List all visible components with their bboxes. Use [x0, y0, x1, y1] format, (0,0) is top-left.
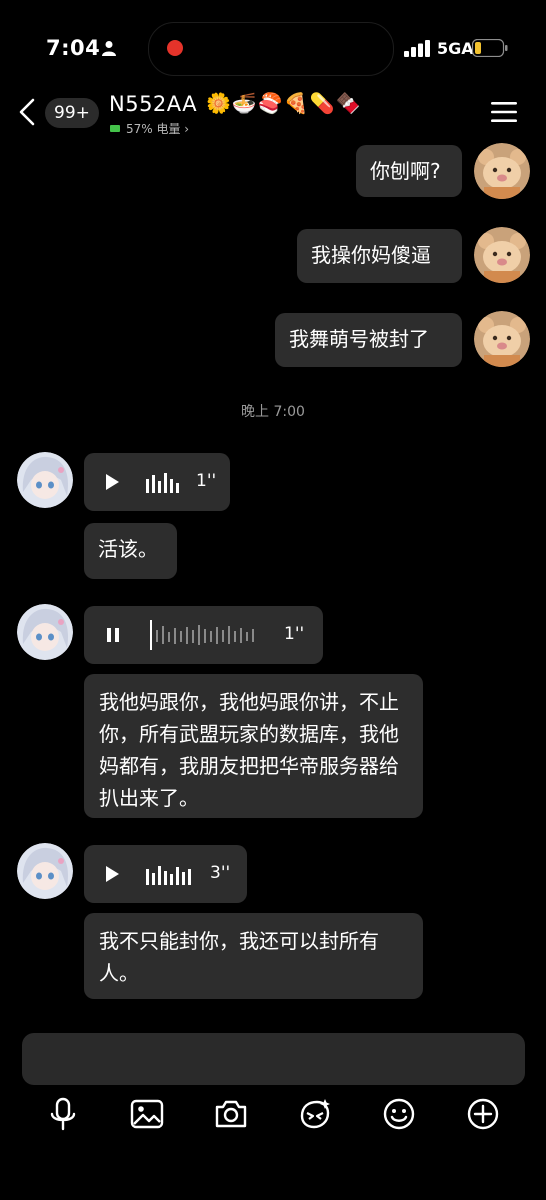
message-bubble-out[interactable]: 你刨啊?	[356, 145, 462, 197]
voice-duration: 3''	[210, 863, 231, 883]
contact-name[interactable]: N552AA	[109, 92, 197, 116]
voice-duration: 1''	[196, 471, 217, 491]
sticker-icon[interactable]	[297, 1096, 333, 1132]
microphone-icon[interactable]	[45, 1096, 81, 1132]
plus-icon[interactable]	[465, 1096, 501, 1132]
message-bubble-in[interactable]: 活该。	[84, 523, 177, 579]
signal-icon	[404, 40, 430, 57]
contact-emoji: 🌼🍜🍣🍕💊🍫	[206, 91, 362, 115]
status-time: 7:04	[46, 36, 101, 60]
recording-dot	[167, 40, 183, 56]
user-avatar[interactable]	[474, 311, 530, 367]
contact-avatar[interactable]	[17, 604, 73, 660]
contact-avatar[interactable]	[17, 452, 73, 508]
play-icon[interactable]	[104, 473, 120, 491]
message-bubble-in[interactable]: 我不只能封你，我还可以封所有人。	[84, 913, 423, 999]
back-arrow-icon[interactable]	[16, 97, 38, 127]
battery-status-text: 57% 电量 ›	[126, 122, 190, 136]
voice-message[interactable]: 1''	[84, 606, 323, 664]
message-bubble-out[interactable]: 我操你妈傻逼	[297, 229, 462, 283]
camera-icon[interactable]	[213, 1096, 249, 1132]
waveform-icon	[146, 473, 179, 493]
voice-message[interactable]: 3''	[84, 845, 247, 903]
image-icon[interactable]	[129, 1096, 165, 1132]
waveform-progress-icon[interactable]	[150, 620, 262, 650]
network-label: 5GA	[437, 39, 474, 58]
time-divider: 晚上 7:00	[241, 404, 305, 420]
dynamic-island	[148, 22, 394, 76]
message-input[interactable]	[22, 1033, 525, 1085]
play-icon[interactable]	[104, 865, 120, 883]
unread-count-badge[interactable]: 99+	[45, 98, 99, 128]
waveform-icon	[146, 866, 191, 885]
message-bubble-in[interactable]: 我他妈跟你，我他妈跟你讲，不止你，所有武盟玩家的数据库，我他妈都有，我朋友把把华…	[84, 674, 423, 818]
voice-duration: 1''	[284, 624, 305, 644]
user-avatar[interactable]	[474, 227, 530, 283]
user-avatar[interactable]	[474, 143, 530, 199]
pause-icon[interactable]	[106, 627, 120, 643]
contact-avatar[interactable]	[17, 843, 73, 899]
emoji-icon[interactable]	[381, 1096, 417, 1132]
battery-icon	[472, 39, 508, 57]
mini-battery-icon	[110, 125, 120, 132]
message-bubble-out[interactable]: 我舞萌号被封了	[275, 313, 462, 367]
voice-message[interactable]: 1''	[84, 453, 230, 511]
menu-icon[interactable]	[490, 101, 518, 123]
contact-battery-status[interactable]: 57% 电量 ›	[110, 120, 189, 137]
person-icon	[102, 41, 116, 56]
